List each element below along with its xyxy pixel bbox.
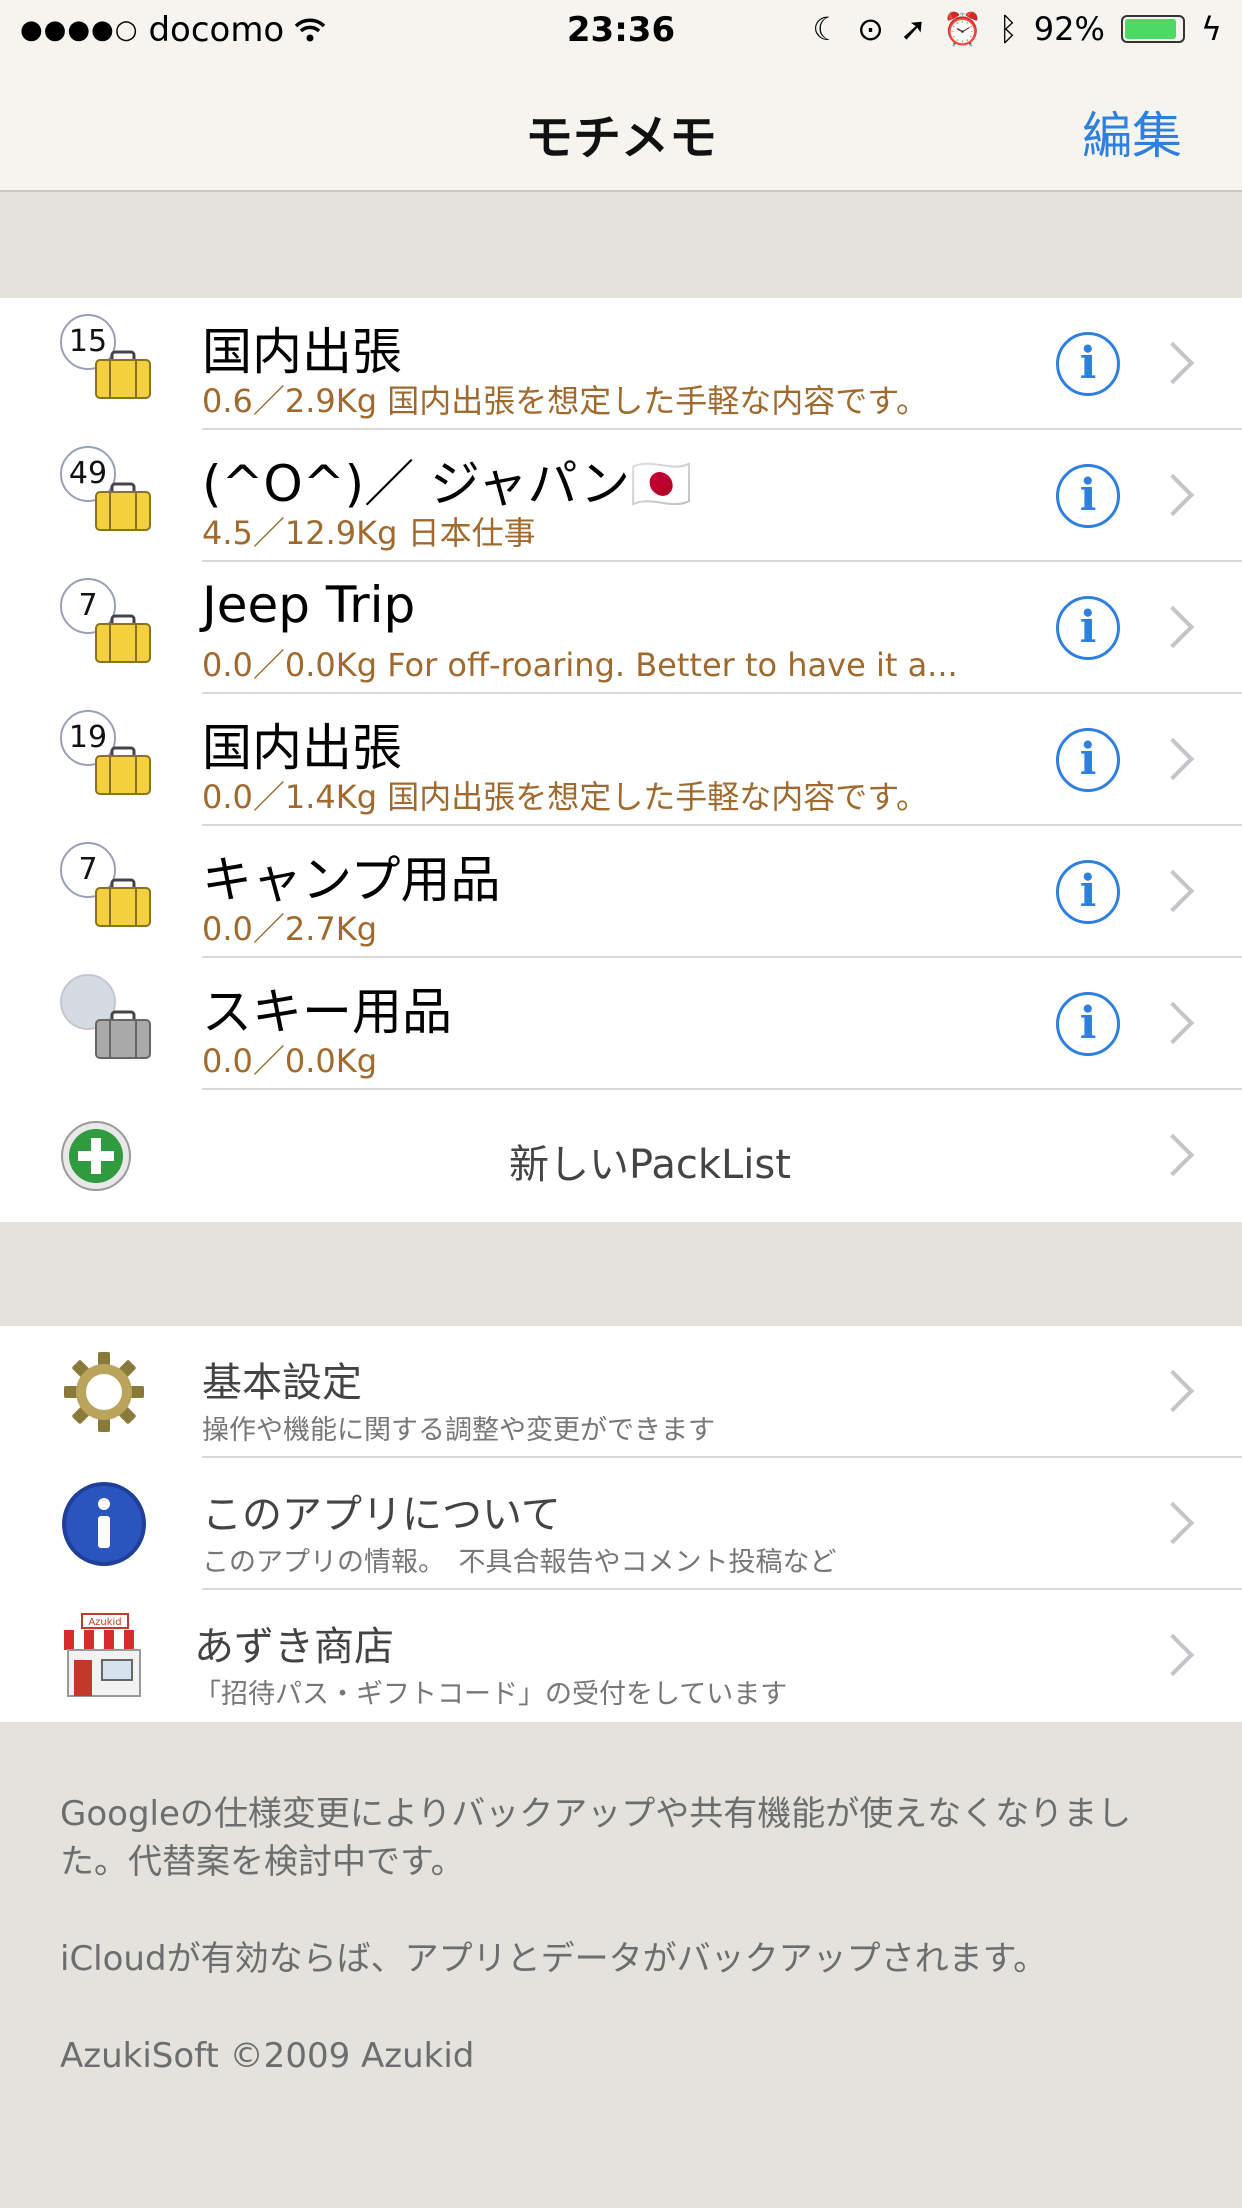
- suitcase-icon: [95, 482, 151, 531]
- chevron-right-icon: [1151, 341, 1195, 385]
- settings-subtitle: 操作や機能に関する調整や変更ができます: [202, 1415, 715, 1446]
- battery-icon: [1120, 15, 1185, 43]
- chevron-right-icon: [1151, 1501, 1195, 1545]
- moon-icon: ☾: [812, 10, 842, 48]
- page-title: モチメモ: [524, 110, 717, 166]
- edit-button[interactable]: 編集: [1082, 96, 1182, 168]
- packlist-row[interactable]: 49 (^O^)／ ジャパン🇯🇵 4.5／12.9Kg 日本仕事 i: [0, 430, 1242, 562]
- packlist-section: 15 国内出張 0.6／2.9Kg 国内出張を想定した手軽な内容です。 i 49…: [0, 298, 1242, 1222]
- packlist-row[interactable]: 19 国内出張 0.0／1.4Kg 国内出張を想定した手軽な内容です。 i: [0, 694, 1242, 826]
- packlist-title: (^O^)／ ジャパン🇯🇵: [202, 455, 693, 513]
- packlist-subtitle: 0.0／0.0Kg For off-roaring. Better to hav…: [202, 646, 958, 684]
- packlist-subtitle: 0.6／2.9Kg 国内出張を想定した手軽な内容です。: [202, 382, 929, 420]
- packlist-row[interactable]: スキー用品 0.0／0.0Kg i: [0, 958, 1242, 1090]
- new-packlist-row[interactable]: 新しいPackList: [0, 1090, 1242, 1222]
- settings-row-about[interactable]: このアプリについて このアプリの情報。 不具合報告やコメント投稿など: [0, 1458, 1242, 1590]
- bluetooth-icon: ᛒ: [998, 10, 1018, 48]
- settings-title: 基本設定: [202, 1360, 362, 1406]
- location-icon: ➚: [899, 10, 927, 48]
- packlist-row[interactable]: 7 Jeep Trip 0.0／0.0Kg For off-roaring. B…: [0, 562, 1242, 694]
- suitcase-icon: [95, 614, 151, 663]
- packlist-title: Jeep Trip: [202, 576, 416, 634]
- settings-title: このアプリについて: [202, 1492, 561, 1538]
- battery-percent: 92%: [1033, 10, 1105, 48]
- packlist-row[interactable]: 15 国内出張 0.6／2.9Kg 国内出張を想定した手軽な内容です。 i: [0, 298, 1242, 430]
- settings-title: あずき商店: [194, 1624, 394, 1670]
- chevron-right-icon: [1151, 1633, 1195, 1677]
- suitcase-icon: [95, 878, 151, 927]
- gear-icon: [64, 1352, 144, 1432]
- shop-sign-text: Azukid: [88, 1617, 121, 1628]
- packlist-subtitle: 0.0／0.0Kg: [202, 1042, 378, 1080]
- info-icon: [62, 1482, 146, 1566]
- chevron-right-icon: [1151, 1369, 1195, 1413]
- packlist-title: 国内出張: [202, 719, 402, 777]
- packlist-subtitle: 4.5／12.9Kg 日本仕事: [202, 514, 536, 552]
- info-button[interactable]: i: [1056, 728, 1120, 792]
- footer-copyright: AzukiSoft ©2009 Azukid: [60, 2036, 475, 2076]
- suitcase-icon: [95, 746, 151, 795]
- footer-icloud: iCloudが有効ならば、アプリとデータがバックアップされます。: [60, 1939, 1048, 1979]
- packlist-title: キャンプ用品: [202, 851, 501, 909]
- alarm-icon: ⏰: [942, 10, 983, 48]
- rotation-lock-icon: ⊙: [857, 10, 884, 48]
- suitcase-icon: [95, 350, 151, 399]
- chevron-right-icon: [1151, 869, 1195, 913]
- footer-note: Googleの仕様変更によりバックアップや共有機能が使えなくなりました。代替案を…: [60, 1794, 1132, 1882]
- info-button[interactable]: i: [1056, 332, 1120, 396]
- navigation-bar: モチメモ 編集: [0, 60, 1242, 192]
- chevron-right-icon: [1151, 473, 1195, 517]
- info-button[interactable]: i: [1056, 992, 1120, 1056]
- packlist-subtitle: 0.0／2.7Kg: [202, 910, 378, 948]
- settings-subtitle: 「招待パス・ギフトコード」の受付をしています: [194, 1679, 788, 1710]
- settings-section: 基本設定 操作や機能に関する調整や変更ができます このアプリについて このアプリ…: [0, 1326, 1242, 1722]
- shop-icon: Azukid: [64, 1613, 144, 1697]
- chevron-right-icon: [1151, 737, 1195, 781]
- packlist-title: 国内出張: [202, 323, 402, 381]
- info-button[interactable]: i: [1056, 464, 1120, 528]
- chevron-right-icon: [1151, 1001, 1195, 1045]
- settings-row-shop[interactable]: Azukid あずき商店 「招待パス・ギフトコード」の受付をしています: [0, 1590, 1242, 1722]
- chevron-right-icon: [1151, 605, 1195, 649]
- info-button[interactable]: i: [1056, 860, 1120, 924]
- settings-row-basic[interactable]: 基本設定 操作や機能に関する調整や変更ができます: [0, 1326, 1242, 1458]
- suitcase-icon: [95, 1010, 151, 1059]
- status-bar: ●●●●○ docomo 23:36 ☾ ⊙ ➚ ⏰ ᛒ 92% ϟ: [0, 0, 1242, 60]
- packlist-title: スキー用品: [202, 983, 452, 1041]
- settings-subtitle: このアプリの情報。 不具合報告やコメント投稿など: [202, 1547, 837, 1578]
- new-packlist-label: 新しいPackList: [509, 1142, 791, 1188]
- charging-icon: ϟ: [1200, 10, 1222, 48]
- info-button[interactable]: i: [1056, 596, 1120, 660]
- packlist-row[interactable]: 7 キャンプ用品 0.0／2.7Kg i: [0, 826, 1242, 958]
- packlist-subtitle: 0.0／1.4Kg 国内出張を想定した手軽な内容です。: [202, 778, 929, 816]
